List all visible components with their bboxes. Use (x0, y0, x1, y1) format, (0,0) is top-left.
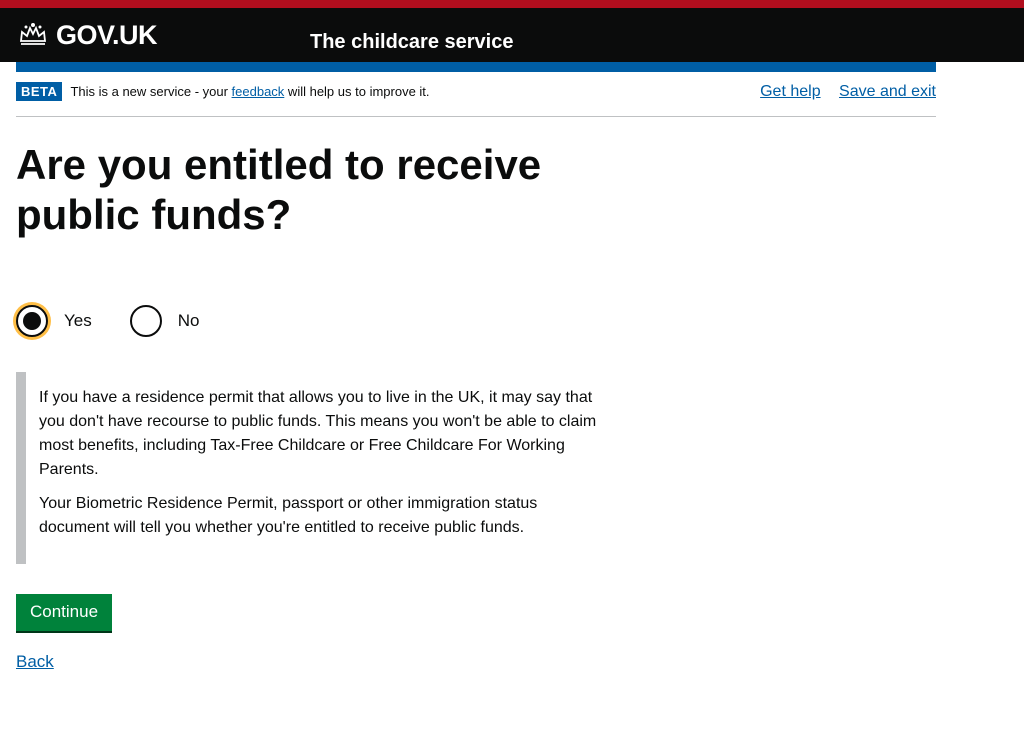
get-help-link[interactable]: Get help (760, 83, 820, 100)
service-name-link[interactable]: The childcare service (310, 31, 513, 54)
inset-text: If you have a residence permit that allo… (16, 372, 606, 564)
radio-option-yes[interactable]: Yes (16, 305, 92, 337)
beta-tag: BETA (16, 82, 63, 101)
radio-button-no[interactable] (129, 305, 162, 337)
crown-icon (18, 21, 48, 50)
continue-button[interactable]: Continue (16, 594, 113, 631)
logo-text: GOV.UK (56, 20, 158, 50)
radio-label-no[interactable]: No (178, 311, 200, 331)
header-blue-bar (16, 62, 936, 72)
radio-selected-dot (23, 312, 41, 330)
phase-text-before: This is a new service - your (70, 84, 232, 99)
help-links: Get help Save and exit (746, 83, 936, 101)
inset-paragraph: If you have a residence permit that allo… (39, 389, 597, 478)
phase-text-after: will help us to improve it. (284, 84, 430, 99)
page-title: Are you entitled to receive public funds… (16, 141, 542, 238)
inset-paragraph: Your Biometric Residence Permit, passpor… (39, 495, 538, 536)
phase-banner-text: This is a new service - your feedback wi… (70, 84, 429, 99)
radio-label-yes[interactable]: Yes (64, 311, 92, 331)
govuk-logo-link[interactable]: GOV.UK (18, 20, 158, 51)
phase-banner: BETA This is a new service - your feedba… (16, 82, 936, 117)
save-and-exit-link[interactable]: Save and exit (839, 83, 936, 100)
back-link[interactable]: Back (16, 652, 54, 672)
radio-group: Yes No (16, 305, 237, 337)
site-header: GOV.UK The childcare service (0, 8, 1024, 62)
radio-option-no[interactable]: No (129, 305, 200, 337)
top-stripe (0, 0, 1024, 8)
radio-button-yes[interactable] (16, 305, 48, 337)
feedback-link[interactable]: feedback (232, 84, 285, 99)
